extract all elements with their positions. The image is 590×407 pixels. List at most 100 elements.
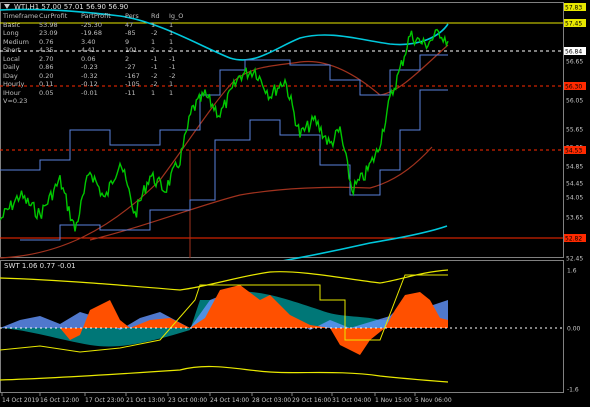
table-cell: 1 <box>151 20 156 29</box>
main-chart-title: WTI,H1 57.00 57.01 56.90 56.90 <box>14 3 129 11</box>
table-cell: 1 <box>151 37 156 46</box>
price-tick-label: 54.85 <box>566 164 583 171</box>
time-tick-label: 14 Oct 2019 <box>2 397 39 404</box>
table-cell: -2 <box>151 29 158 37</box>
table-cell: 53.98 <box>39 20 58 29</box>
table-row: Local 2.70 0.06 2 -1 -1 <box>3 55 183 64</box>
table-row: IHour 0.05 -0.01 -11 1 1 <box>3 89 183 98</box>
table-cell: 0.86 <box>39 63 54 71</box>
table-cell: 2 <box>151 46 156 54</box>
table-cell: 0.06 <box>81 54 96 63</box>
table-cell: -0.32 <box>81 71 98 80</box>
table-cell: 2.70 <box>39 54 54 63</box>
time-axis: 14 Oct 2019 16 Oct 12:00 17 Oct 23:00 21 Oc… <box>1 393 452 404</box>
time-tick-label: 31 Oct 04:00 <box>332 397 371 404</box>
table-cell: 1 <box>151 88 156 97</box>
table-row: IDay 0.20 -0.32 -167 -2 -2 <box>3 72 183 81</box>
table-cell: 23.09 <box>39 29 58 37</box>
time-tick-label: 29 Oct 16:00 <box>292 397 331 404</box>
time-tick-label: 28 Oct 03:00 <box>252 397 291 404</box>
osc-tick-label: 1.6 <box>567 268 577 275</box>
table-cell: 101 <box>125 46 138 54</box>
price-tick-label: 54.45 <box>566 181 583 188</box>
price-badge-label: 52.82 <box>565 236 582 243</box>
osc-axis: 1.6 0.00 -1.6 <box>567 268 581 394</box>
time-tick-label: 24 Oct 14:00 <box>210 397 249 404</box>
info-table: Timeframe CurProfit PartProfit Pers Rd Ig_O Ba… <box>3 12 183 106</box>
table-cell: Daily <box>3 63 20 71</box>
time-tick-label: 17 Oct 23:00 <box>85 397 124 404</box>
table-cell: -0.01 <box>81 88 98 97</box>
table-cell: 1 <box>169 37 174 46</box>
table-cell: 0.05 <box>39 88 54 97</box>
table-cell: 0.76 <box>39 37 54 46</box>
time-tick-label: 16 Oct 12:00 <box>40 397 79 404</box>
table-cell: 2 <box>169 46 174 54</box>
table-cell: 1 <box>169 80 174 88</box>
table-cell: Basic <box>3 20 21 29</box>
table-cell: -0.12 <box>81 80 98 88</box>
time-tick-label: 5 Nov 06:00 <box>415 397 452 404</box>
table-cell: 9 <box>125 37 130 46</box>
price-badge-label: 56.84 <box>565 49 582 56</box>
table-cell: IDay <box>3 71 18 80</box>
sub-chart[interactable]: 1.6 0.00 -1.6 <box>0 260 581 394</box>
table-cell: -1 <box>169 54 176 63</box>
price-badge-label: 57.83 <box>565 5 582 12</box>
table-cell: 0.11 <box>39 80 54 88</box>
table-cell: -19.68 <box>81 29 102 37</box>
table-cell: -105 <box>125 80 140 88</box>
table-cell: Rd <box>151 12 160 20</box>
table-cell: -1 <box>151 63 158 71</box>
table-cell: -27 <box>125 63 136 71</box>
table-row: Basic 53.98 -25.30 47 1 1 <box>3 21 183 30</box>
price-tick-label: 54.05 <box>566 195 583 202</box>
table-cell: -2 <box>151 80 158 88</box>
table-cell: -25.30 <box>81 20 102 29</box>
table-cell: 0.20 <box>39 71 54 80</box>
table-row: Daily 0.86 -0.23 -27 -1 -1 <box>3 63 183 72</box>
table-footer: V=0.23 <box>3 97 28 105</box>
table-cell: 1 <box>169 88 174 97</box>
table-cell: 4.35 <box>39 46 54 54</box>
table-cell: Pers <box>125 12 139 20</box>
price-badge-label: 56.30 <box>565 84 582 91</box>
table-cell: -1 <box>169 63 176 71</box>
table-cell: 47 <box>125 20 134 29</box>
table-cell: -0.23 <box>81 63 98 71</box>
table-row: Long 23.09 -19.68 -85 -2 1 <box>3 29 183 38</box>
table-cell: Timeframe <box>3 12 39 20</box>
table-cell: Short <box>3 46 21 54</box>
osc-tick-label: -1.6 <box>567 387 579 394</box>
price-tick-label: 56.65 <box>566 59 583 66</box>
table-cell: -11 <box>125 88 136 97</box>
table-cell: PartProfit <box>81 12 111 20</box>
sub-chart-title: SWT 1.06 0.77 -0.01 <box>4 262 76 270</box>
table-cell: 1 <box>169 29 174 37</box>
table-cell: -85 <box>125 29 136 37</box>
table-cell: Medium <box>3 37 29 46</box>
table-cell: -1 <box>151 54 158 63</box>
price-tick-label: 53.65 <box>566 215 583 222</box>
price-tick-label: 56.05 <box>566 98 583 105</box>
main-chart-menu-icon[interactable] <box>4 4 10 9</box>
table-cell: IHour <box>3 88 21 97</box>
osc-tick-label: 0.00 <box>567 326 581 333</box>
table-cell: -167 <box>125 71 140 80</box>
table-cell: Hourly <box>3 80 25 88</box>
table-row: Hourly 0.11 -0.12 -105 -2 1 <box>3 80 183 89</box>
table-cell: Local <box>3 54 20 63</box>
price-badge-label: 54.53 <box>565 148 582 155</box>
table-cell: CurProfit <box>39 12 68 20</box>
price-badge-label: 57.45 <box>565 21 582 28</box>
table-cell: -2 <box>169 71 176 80</box>
table-cell: Long <box>3 29 19 37</box>
table-cell: 2 <box>125 54 130 63</box>
price-tick-label: 52.45 <box>566 256 583 263</box>
table-header: Timeframe CurProfit PartProfit Pers Rd Ig_O <box>3 12 183 21</box>
table-cell: 1 <box>169 20 174 29</box>
time-tick-label: 21 Oct 13:00 <box>126 397 165 404</box>
price-axis: 57.8357.4556.8456.6556.3056.0555.6555.25… <box>564 3 586 263</box>
table-row: Medium 0.76 3.40 9 1 1 <box>3 38 183 47</box>
table-cell: Ig_O <box>169 12 184 20</box>
